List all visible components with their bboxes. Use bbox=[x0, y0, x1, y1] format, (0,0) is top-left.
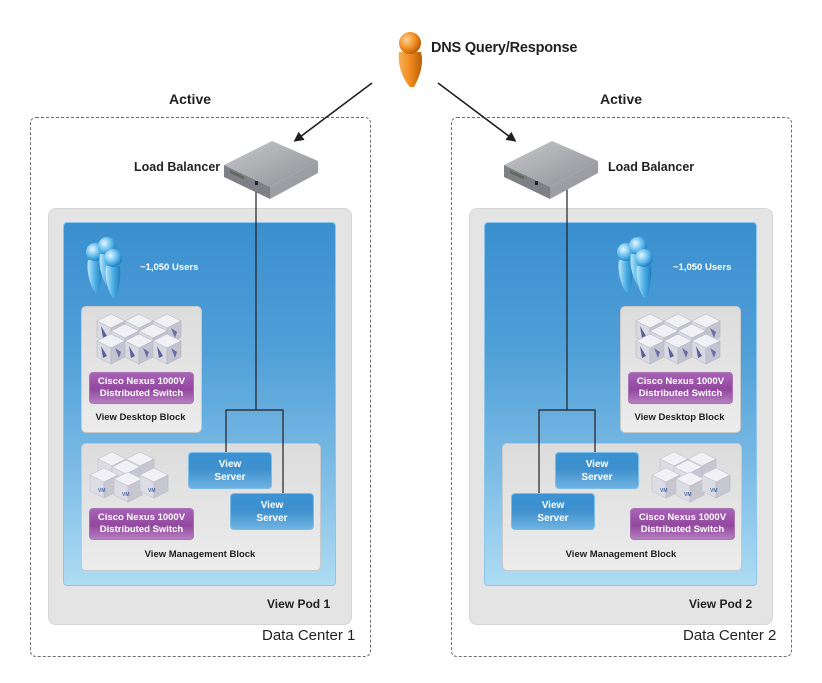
view-server-line1: View bbox=[541, 499, 565, 511]
nexus-switch-line1: Cisco Nexus 1000V bbox=[638, 512, 727, 523]
svg-text:VM: VM bbox=[122, 492, 130, 498]
view-server-line2: Server bbox=[581, 471, 613, 483]
view-desktop-block-label-dc1: View Desktop Block bbox=[95, 412, 186, 423]
nexus-switch-line1: Cisco Nexus 1000V bbox=[97, 376, 186, 387]
svg-text:VM: VM bbox=[710, 488, 718, 494]
nexus-switch-line1: Cisco Nexus 1000V bbox=[636, 376, 725, 387]
svg-text:VM: VM bbox=[98, 488, 106, 494]
data-center-2-label: Data Center 2 bbox=[683, 627, 777, 644]
users-icon bbox=[86, 237, 122, 298]
active-status-label-dc1: Active bbox=[169, 91, 212, 107]
view-server-line1: View bbox=[260, 499, 284, 511]
view-server-2-dc2: View Server bbox=[511, 493, 595, 530]
users-count-dc2: ~1,050 Users bbox=[673, 262, 732, 273]
svg-text:VM: VM bbox=[660, 488, 668, 494]
view-server-line2: Server bbox=[214, 471, 246, 483]
nexus-switch-management-dc1: Cisco Nexus 1000V Distributed Switch bbox=[89, 508, 194, 540]
users-icon bbox=[617, 237, 653, 298]
nexus-switch-desktop-dc2: Cisco Nexus 1000V Distributed Switch bbox=[628, 372, 733, 404]
view-desktop-block-label-dc2: View Desktop Block bbox=[634, 412, 725, 423]
desktop-vm-cluster-icon bbox=[96, 313, 182, 365]
nexus-switch-line2: Distributed Switch bbox=[640, 524, 725, 535]
management-vm-cluster-icon: VM VM VM bbox=[651, 451, 731, 503]
nexus-switch-line2: Distributed Switch bbox=[638, 388, 723, 399]
load-balancer-label-dc2: Load Balancer bbox=[608, 160, 695, 174]
view-management-block-label-dc1: View Management Block bbox=[144, 549, 256, 560]
load-balancer-label-dc1: Load Balancer bbox=[134, 160, 221, 174]
svg-text:VM: VM bbox=[148, 488, 156, 494]
person-icon bbox=[398, 32, 423, 87]
nexus-switch-line2: Distributed Switch bbox=[99, 388, 184, 399]
view-pod-1-label: View Pod 1 bbox=[267, 597, 331, 611]
desktop-vm-cluster-icon bbox=[635, 313, 721, 365]
view-server-line1: View bbox=[585, 458, 609, 470]
view-pod-2-label: View Pod 2 bbox=[689, 597, 753, 611]
users-count-dc1: ~1,050 Users bbox=[140, 262, 199, 273]
view-server-2-dc1: View Server bbox=[230, 493, 314, 530]
dns-query-label: DNS Query/Response bbox=[431, 40, 578, 56]
nexus-switch-line1: Cisco Nexus 1000V bbox=[97, 512, 186, 523]
active-status-label-dc2: Active bbox=[600, 91, 643, 107]
view-server-line2: Server bbox=[537, 512, 569, 524]
svg-text:VM: VM bbox=[684, 492, 692, 498]
view-server-1-dc1: View Server bbox=[188, 452, 272, 489]
view-management-block-label-dc2: View Management Block bbox=[565, 549, 677, 560]
nexus-switch-desktop-dc1: Cisco Nexus 1000V Distributed Switch bbox=[89, 372, 194, 404]
nexus-switch-management-dc2: Cisco Nexus 1000V Distributed Switch bbox=[630, 508, 735, 540]
view-server-1-dc2: View Server bbox=[555, 452, 639, 489]
data-center-1-label: Data Center 1 bbox=[262, 627, 356, 644]
view-server-line1: View bbox=[218, 458, 242, 470]
management-vm-cluster-icon: VM VM VM bbox=[89, 451, 169, 503]
view-server-line2: Server bbox=[256, 512, 288, 524]
nexus-switch-line2: Distributed Switch bbox=[99, 524, 184, 535]
